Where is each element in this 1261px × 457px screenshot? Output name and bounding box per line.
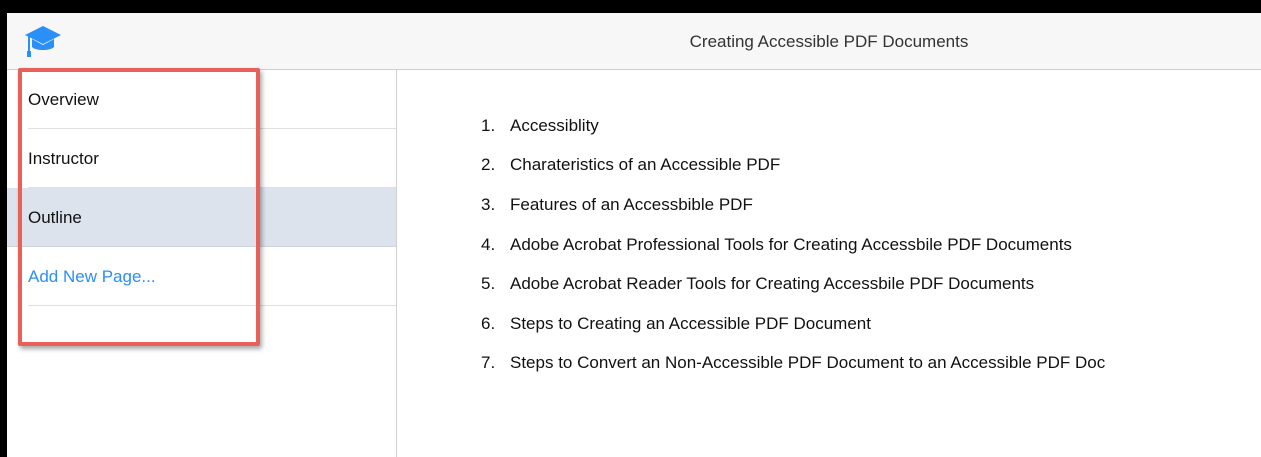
outline-item-text: Steps to Convert an Non-Accessible PDF D… bbox=[510, 353, 1106, 373]
outline-item: 7. Steps to Convert an Non-Accessible PDF… bbox=[481, 344, 1105, 384]
sidebar-item-label: Instructor bbox=[28, 148, 99, 168]
outline-item-number: 7. bbox=[481, 353, 496, 373]
outline-item: 6. Steps to Creating an Accessible PDF Do… bbox=[481, 304, 1105, 344]
sidebar-item-instructor[interactable]: Instructor bbox=[7, 129, 396, 188]
outline-item-text: Adobe Acrobat Professional Tools for Cre… bbox=[510, 234, 1072, 254]
outline-content: 1. Accessiblity 2. Charateristics of an Acc… bbox=[398, 70, 1261, 457]
sidebar-item-overview[interactable]: Overview bbox=[7, 70, 396, 129]
outline-list: 1. Accessiblity 2. Charateristics of an Acc… bbox=[481, 106, 1105, 383]
graduation-cap-icon[interactable] bbox=[23, 22, 63, 60]
outline-item-text: Steps to Creating an Accessible PDF Docu… bbox=[510, 313, 871, 333]
outline-item: 3. Features of an Accessbible PDF bbox=[481, 185, 1105, 225]
outline-item: 5. Adobe Acrobat Reader Tools for Creatin… bbox=[481, 264, 1105, 304]
sidebar-item-outline[interactable]: Outline bbox=[7, 188, 396, 247]
outline-item-text: Accessiblity bbox=[510, 115, 599, 135]
sidebar-item-label: Outline bbox=[28, 207, 82, 227]
navigation-bar: Creating Accessible PDF Documents bbox=[7, 13, 1261, 70]
sidebar: Overview Instructor Outline Add New Page… bbox=[7, 70, 397, 457]
outline-item-number: 2. bbox=[481, 155, 496, 175]
outline-item-number: 5. bbox=[481, 274, 496, 294]
outline-item: 2. Charateristics of an Accessible PDF bbox=[481, 146, 1105, 186]
page-title: Creating Accessible PDF Documents bbox=[689, 31, 969, 51]
outline-item-number: 6. bbox=[481, 313, 496, 333]
add-new-page-label: Add New Page... bbox=[28, 266, 156, 286]
add-new-page-button[interactable]: Add New Page... bbox=[7, 247, 396, 306]
outline-item-number: 1. bbox=[481, 115, 496, 135]
outline-item-text: Features of an Accessbible PDF bbox=[510, 194, 753, 214]
outline-item-text: Adobe Acrobat Reader Tools for Creating … bbox=[510, 274, 1035, 294]
outline-item: 4. Adobe Acrobat Professional Tools for C… bbox=[481, 225, 1105, 265]
app-window: Creating Accessible PDF Documents Overvi… bbox=[7, 13, 1261, 457]
sidebar-item-label: Overview bbox=[28, 89, 99, 109]
outline-item-number: 4. bbox=[481, 234, 496, 254]
outline-item: 1. Accessiblity bbox=[481, 106, 1105, 146]
divider bbox=[28, 305, 396, 306]
outline-item-number: 3. bbox=[481, 194, 496, 214]
outline-item-text: Charateristics of an Accessible PDF bbox=[510, 155, 781, 175]
